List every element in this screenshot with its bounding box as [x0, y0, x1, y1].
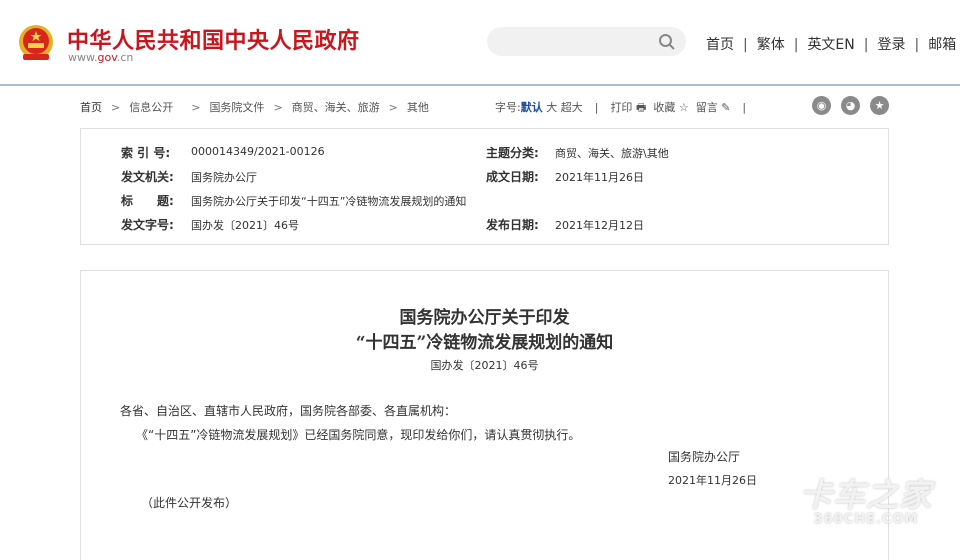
printer-icon[interactable]: 🖶 — [636, 101, 646, 114]
font-size-label: 字号: — [495, 101, 521, 114]
print-button[interactable]: 打印 — [610, 101, 632, 114]
site-url: www.gov.cn — [68, 51, 133, 64]
document-metadata-box: 索 引 号: 000014349/2021-00126 主题分类: 商贸、海关、… — [80, 128, 889, 245]
document-title-line1: 国务院办公厅关于印发 — [399, 308, 570, 328]
tools-separator: | — [594, 101, 599, 114]
url-suffix: .cn — [116, 51, 134, 64]
index-label: 索 引 号: — [121, 146, 171, 160]
doc-number-label: 发文字号: — [121, 218, 174, 232]
topic-label: 主题分类: — [486, 146, 539, 160]
breadcrumb-other[interactable]: 其他 — [407, 101, 429, 114]
index-value: 000014349/2021-00126 — [191, 145, 325, 158]
nav-mail[interactable]: 邮箱 — [928, 37, 956, 53]
document-title-line2: “十四五”冷链物流发展规划的通知 — [355, 333, 614, 353]
chevron-right-icon: > — [111, 101, 121, 114]
published-date-label: 发布日期: — [486, 218, 539, 232]
topic-value: 商贸、海关、旅游\其他 — [555, 147, 669, 160]
nav-separator: | — [743, 37, 748, 53]
watermark-line2: 360CHE.COM — [813, 512, 919, 527]
comment-button[interactable]: 留言 — [696, 101, 718, 114]
breadcrumb: 首页 > 信息公开 > 国务院文件 > 商贸、海关、旅游 > 其他 — [80, 99, 429, 115]
star-outline-icon[interactable]: ☆ — [679, 101, 689, 114]
document-number: 国办发〔2021〕46号 — [430, 359, 539, 372]
salutation: 各省、自治区、直辖市人民政府，国务院各部委、各直属机构： — [120, 404, 457, 418]
signing-date: 2021年11月26日 — [668, 474, 757, 487]
national-emblem-logo — [19, 25, 53, 60]
watermark: 卡车之家 360CHE.COM — [800, 478, 932, 527]
breadcrumb-info[interactable]: 信息公开 — [129, 101, 173, 114]
nav-home[interactable]: 首页 — [706, 37, 734, 53]
issuer-value: 国务院办公厅 — [191, 171, 257, 184]
nav-login[interactable]: 登录 — [877, 37, 905, 53]
favorite-share-icon[interactable]: ★ — [870, 96, 889, 115]
font-large-button[interactable]: 大 — [546, 101, 557, 114]
paragraph: 《“十四五”冷链物流发展规划》已经国务院同意，现印发给你们，请认真贯彻执行。 — [136, 428, 581, 442]
doc-number-value: 国办发〔2021〕46号 — [191, 219, 299, 232]
publish-note: （此件公开发布） — [141, 496, 238, 510]
favorite-button[interactable]: 收藏 — [653, 101, 675, 114]
breadcrumb-home[interactable]: 首页 — [80, 101, 102, 114]
weibo-share-icon[interactable]: ◉ — [812, 96, 831, 115]
chevron-right-icon: > — [273, 101, 283, 114]
written-date-value: 2021年11月26日 — [555, 171, 644, 184]
breadcrumb-state-council-docs[interactable]: 国务院文件 — [209, 101, 264, 114]
nav-separator: | — [914, 37, 920, 53]
document-body: 国务院办公厅关于印发 “十四五”冷链物流发展规划的通知 国办发〔2021〕46号… — [80, 270, 889, 560]
published-date-value: 2021年12月12日 — [555, 219, 644, 232]
tools-separator: | — [742, 101, 747, 114]
title-value: 国务院办公厅关于印发“十四五”冷链物流发展规划的通知 — [191, 195, 467, 208]
signer: 国务院办公厅 — [668, 450, 741, 464]
breadcrumb-trade[interactable]: 商贸、海关、旅游 — [292, 101, 380, 114]
nav-english[interactable]: 英文EN — [807, 37, 854, 53]
font-default-button[interactable]: 默认 — [521, 101, 543, 114]
page-tools: 字号:默认 大 超大 | 打印 🖶 收藏 ☆ 留言 ✎ | — [495, 99, 758, 118]
pencil-icon[interactable]: ✎ — [721, 101, 730, 114]
issuer-label: 发文机关: — [121, 170, 174, 184]
watermark-line1: 卡车之家 — [800, 476, 933, 514]
url-prefix: www. — [68, 51, 98, 64]
title-label: 标 题: — [121, 194, 174, 208]
chevron-right-icon: > — [191, 101, 201, 114]
search-input[interactable] — [487, 27, 686, 56]
chevron-right-icon: > — [388, 101, 398, 114]
font-xlarge-button[interactable]: 超大 — [561, 101, 583, 114]
nav-separator: | — [863, 37, 869, 53]
nav-separator: | — [793, 37, 799, 53]
written-date-label: 成文日期: — [486, 170, 539, 184]
url-main: gov — [97, 51, 117, 64]
nav-traditional[interactable]: 繁体 — [757, 37, 785, 53]
search-icon[interactable] — [658, 33, 676, 51]
top-nav: 首页 | 繁体 | 英文EN | 登录 | 邮箱 — [706, 34, 956, 54]
header-divider — [0, 84, 960, 86]
wechat-share-icon[interactable]: ◕ — [841, 96, 860, 115]
